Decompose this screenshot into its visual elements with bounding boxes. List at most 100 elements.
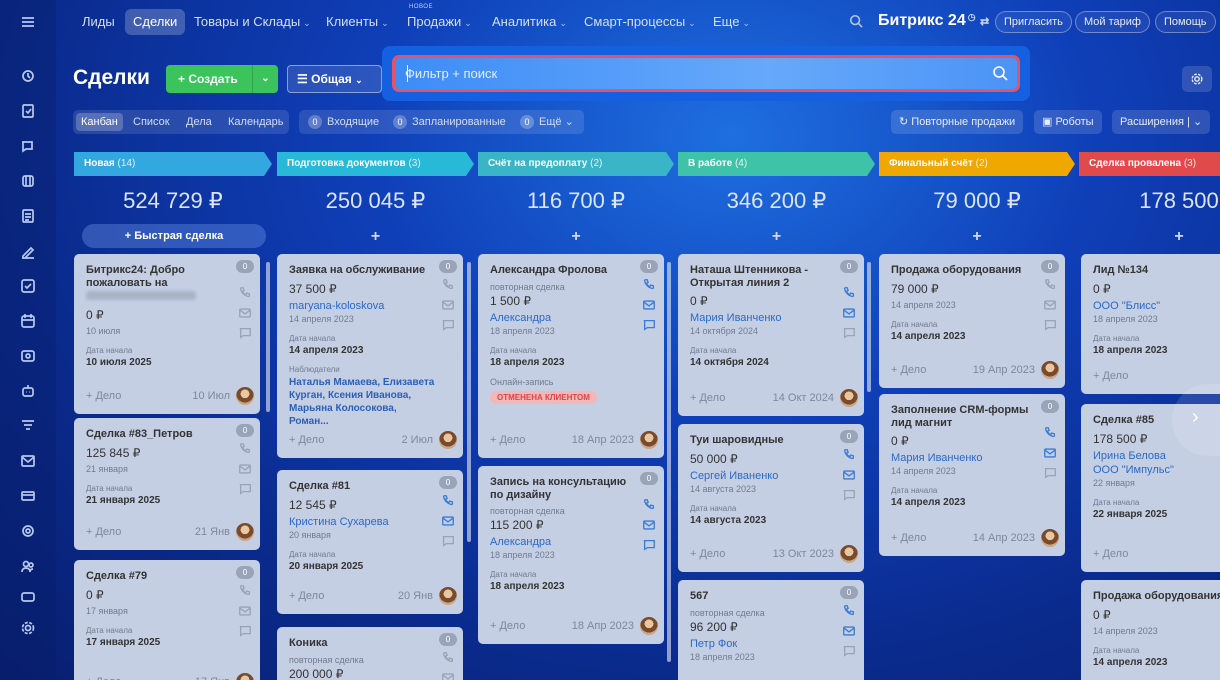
tab-calendar[interactable]: Календарь — [223, 113, 289, 131]
scrollbar[interactable] — [867, 262, 871, 392]
mail-icon[interactable] — [1043, 446, 1057, 460]
gear-button[interactable] — [1182, 66, 1212, 92]
nav-sales[interactable]: Продажи ⌄ — [399, 9, 480, 35]
deal-card[interactable]: Сделка #83_Петров 0 125 845 ₽ 21 января Дата… — [74, 418, 260, 550]
phone-icon[interactable] — [842, 604, 856, 618]
extensions-button[interactable]: Расширения | ⌄ — [1112, 110, 1211, 134]
mail-icon[interactable] — [441, 298, 455, 312]
deal-card[interactable]: Продажа оборудования 0 79 000 ₽ 14 апреля 2… — [879, 254, 1065, 388]
stage-header[interactable]: Новая (14) — [74, 152, 272, 176]
deal-card[interactable]: Александра Фролова 0 повторная сделка 1 500… — [478, 254, 664, 458]
deal-contact[interactable]: ООО "Блисс" — [1093, 300, 1160, 312]
chevron-down-icon[interactable]: ⌄ — [252, 65, 278, 93]
chat-icon[interactable] — [441, 534, 455, 548]
store-icon[interactable] — [17, 170, 39, 192]
mail-icon[interactable] — [1043, 298, 1057, 312]
checklist-icon[interactable] — [17, 275, 39, 297]
mail-icon[interactable] — [842, 624, 856, 638]
chat-icon[interactable] — [238, 482, 252, 496]
add-deal-button[interactable]: + — [879, 228, 1075, 246]
avatar[interactable] — [840, 389, 858, 407]
deal-contact[interactable]: Сергей Иваненко — [690, 470, 778, 482]
add-activity-button[interactable]: + Дело — [86, 676, 121, 680]
add-deal-button[interactable]: + — [277, 228, 474, 246]
brand-logo[interactable]: Битрикс 24 ◷ ⇄ — [878, 12, 989, 30]
mail-icon[interactable] — [642, 298, 656, 312]
add-deal-button[interactable]: + — [678, 228, 875, 246]
chat-icon[interactable] — [238, 326, 252, 340]
phone-icon[interactable] — [842, 448, 856, 462]
avatar[interactable] — [439, 587, 457, 605]
nav-leads[interactable]: Лиды — [74, 9, 123, 35]
add-activity-button[interactable]: + Дело — [289, 590, 324, 602]
chat-icon[interactable] — [642, 318, 656, 332]
deal-card[interactable]: Сделка #79 0 0 ₽ 17 января Дата начала 17 янв… — [74, 560, 260, 680]
stage-header[interactable]: Подготовка документов (3) — [277, 152, 474, 176]
phone-icon[interactable] — [238, 584, 252, 598]
phone-icon[interactable] — [842, 286, 856, 300]
chat-icon[interactable] — [238, 624, 252, 638]
add-activity-button[interactable]: + Дело — [86, 390, 121, 402]
help-button[interactable]: Помощь — [1155, 11, 1216, 33]
add-activity-button[interactable]: + Дело — [289, 434, 324, 446]
tab-list[interactable]: Список — [128, 113, 175, 131]
add-activity-button[interactable]: + Дело — [86, 526, 121, 538]
settings-icon[interactable] — [17, 617, 39, 639]
deal-card[interactable]: Туи шаровидные 0 50 000 ₽ Сергей Иваненко 14… — [678, 424, 864, 572]
avatar[interactable] — [640, 431, 658, 449]
avatar[interactable] — [1041, 361, 1059, 379]
add-activity-button[interactable]: + Дело — [891, 532, 926, 544]
avatar[interactable] — [236, 387, 254, 405]
mail-icon[interactable] — [642, 518, 656, 532]
documents-icon[interactable] — [17, 205, 39, 227]
mail-icon[interactable] — [238, 462, 252, 476]
add-activity-button[interactable]: + Дело — [1093, 548, 1128, 560]
mail-icon[interactable] — [842, 468, 856, 482]
deal-contact[interactable]: Мария Иванченко — [690, 312, 781, 324]
add-activity-button[interactable]: + Дело — [490, 434, 525, 446]
mail-icon[interactable] — [842, 306, 856, 320]
deal-card[interactable]: Запись на консультацию по дизайну 0 повтор… — [478, 466, 664, 644]
chat-icon[interactable] — [1043, 318, 1057, 332]
add-activity-button[interactable]: + Дело — [490, 620, 525, 632]
chat-icon[interactable] — [842, 488, 856, 502]
team-icon[interactable] — [17, 555, 39, 577]
add-activity-button[interactable]: + Дело — [690, 392, 725, 404]
avatar[interactable] — [439, 431, 457, 449]
phone-icon[interactable] — [441, 278, 455, 292]
deal-contact[interactable]: Александра — [490, 312, 551, 324]
deal-company[interactable]: ООО "Импульс" — [1093, 464, 1174, 476]
add-activity-button[interactable]: + Дело — [1093, 370, 1128, 382]
target-icon[interactable] — [17, 520, 39, 542]
repeat-sales-button[interactable]: ↻ Повторные продажи — [891, 110, 1024, 134]
deal-contact[interactable]: maryana-koloskova — [289, 300, 384, 312]
add-deal-button[interactable]: + — [1079, 228, 1220, 246]
deal-card[interactable]: Коника 0 повторная сделка 200 000 ₽ — [277, 627, 463, 680]
search-icon[interactable] — [992, 65, 1008, 84]
chat-icon[interactable] — [642, 538, 656, 552]
menu-icon[interactable] — [17, 11, 39, 33]
chat-icon[interactable] — [842, 326, 856, 340]
phone-icon[interactable] — [238, 286, 252, 300]
deal-card[interactable]: 567 0 повторная сделка 96 200 ₽ Петр Фок 18 а… — [678, 580, 864, 680]
chat-icon[interactable] — [17, 135, 39, 157]
tariff-button[interactable]: Мой тариф — [1075, 11, 1150, 33]
tasks-icon[interactable] — [17, 100, 39, 122]
deal-contact[interactable]: Петр Фок — [690, 638, 737, 650]
calendar-icon[interactable] — [17, 310, 39, 332]
deal-card[interactable]: Битрикс24: Добро пожаловать на 0 0 ₽ 10 июл… — [74, 254, 260, 414]
phone-icon[interactable] — [238, 442, 252, 456]
deal-card[interactable]: Заполнение CRM-формы лид магнит 0 0 ₽ Мария… — [879, 394, 1065, 556]
robot-icon[interactable] — [17, 380, 39, 402]
payment-icon[interactable] — [17, 485, 39, 507]
phone-icon[interactable] — [441, 494, 455, 508]
stage-header[interactable]: Счёт на предоплату (2) — [478, 152, 674, 176]
nav-more[interactable]: Еще ⌄ — [705, 9, 758, 35]
phone-icon[interactable] — [1043, 426, 1057, 440]
phone-icon[interactable] — [1043, 278, 1057, 292]
nav-products[interactable]: Товары и Склады ⌄ — [186, 9, 319, 35]
create-button[interactable]: + Создать ⌄ — [166, 65, 278, 93]
scrollbar[interactable] — [467, 262, 471, 542]
robots-button[interactable]: ▣ Роботы — [1034, 110, 1102, 134]
add-deal-button[interactable]: + — [478, 228, 674, 246]
